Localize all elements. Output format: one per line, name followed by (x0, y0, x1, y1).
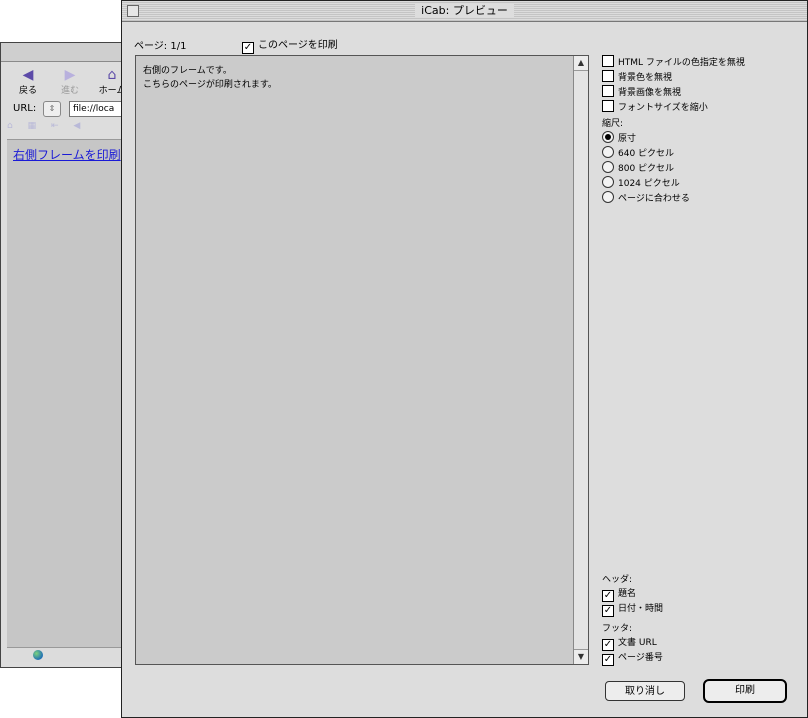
option-ignore-html-colors[interactable]: HTML ファイルの色指定を無視 (602, 55, 802, 70)
checkbox-icon[interactable]: ✓ (602, 654, 614, 666)
footer-options: フッタ: ✓ 文書 URL ✓ ページ番号 (602, 622, 802, 666)
checkbox-icon[interactable] (602, 70, 614, 82)
url-history-button[interactable]: ⇕ (43, 101, 61, 117)
option-label: 背景色を無視 (618, 73, 673, 83)
checkbox-icon[interactable]: ✓ (602, 639, 614, 651)
forward-button[interactable]: ▶ 進む (53, 67, 87, 96)
footer-option-page-number[interactable]: ✓ ページ番号 (602, 651, 802, 666)
checkbox-icon[interactable] (602, 55, 614, 67)
forward-button-label: 進む (60, 86, 79, 96)
preview-dialog: iCab: プレビュー ページ: 1/1 ✓ このページを印刷 右側のフレームです… (121, 0, 808, 718)
header-option-label: 題名 (618, 589, 637, 599)
url-bar: URL: ⇕ file://loca (7, 101, 134, 117)
radio-icon[interactable] (602, 161, 614, 173)
scale-option-actual-size[interactable]: 原寸 (602, 131, 802, 146)
scale-label: 縮尺: (602, 119, 624, 129)
print-right-frame-link[interactable]: 右側フレームを印刷 (13, 146, 121, 163)
radio-icon[interactable] (602, 146, 614, 158)
preview-scrollbar[interactable]: ▲ ▼ (573, 56, 588, 664)
scale-option-label: 640 ピクセル (618, 149, 675, 159)
footer-option-label: ページ番号 (618, 653, 663, 663)
checkbox-icon[interactable]: ✓ (602, 590, 614, 602)
page-count: ページ: 1/1 (134, 41, 187, 52)
header-label: ヘッダ: (602, 575, 633, 585)
scale-option-1024[interactable]: 1024 ピクセル (602, 176, 802, 191)
dialog-titlebar[interactable]: iCab: プレビュー (122, 1, 807, 22)
browser-content-area: 右側フレームを印刷 (7, 139, 129, 650)
scroll-up-arrow-icon[interactable]: ▲ (574, 56, 588, 71)
scale-option-label: 1024 ピクセル (618, 179, 680, 189)
option-ignore-background-image[interactable]: 背景画像を無視 (602, 85, 802, 100)
print-options: HTML ファイルの色指定を無視 背景色を無視 背景画像を無視 フォントサイズを… (602, 55, 802, 206)
checkbox-icon[interactable] (602, 100, 614, 112)
option-ignore-background-color[interactable]: 背景色を無視 (602, 70, 802, 85)
footer-label: フッタ: (602, 624, 633, 634)
navigation-icons-row: ⌂ ▦ ⇤ ◀ (7, 121, 87, 131)
url-label: URL: (13, 103, 37, 114)
scale-option-label: ページに合わせる (618, 194, 690, 204)
footer-option-url[interactable]: ✓ 文書 URL (602, 636, 802, 651)
scale-option-label: 原寸 (618, 134, 637, 144)
status-bar (7, 647, 129, 662)
print-button[interactable]: 印刷 (703, 679, 787, 703)
print-this-page-label: このページを印刷 (258, 40, 338, 51)
globe-icon (33, 650, 43, 660)
scale-option-fit-page[interactable]: ページに合わせる (602, 191, 802, 206)
header-options: ヘッダ: ✓ 題名 ✓ 日付・時間 (602, 573, 802, 617)
option-label: フォントサイズを縮小 (618, 103, 708, 113)
radio-icon[interactable] (602, 176, 614, 188)
back-button-label: 戻る (18, 86, 37, 96)
background-window-titlebar[interactable] (1, 43, 127, 62)
background-browser-window: ◀ 戻る ▶ 進む ⌂ ホーム URL: ⇕ file://loca ⌂ ▦ ⇤… (0, 42, 134, 668)
scroll-down-arrow-icon[interactable]: ▼ (574, 649, 588, 664)
checkbox-icon[interactable]: ✓ (242, 42, 254, 54)
back-arrow-icon: ◀ (22, 67, 34, 83)
back-button[interactable]: ◀ 戻る (11, 67, 45, 96)
option-label: 背景画像を無視 (618, 88, 682, 98)
scale-option-label: 800 ピクセル (618, 164, 675, 174)
print-preview-area: 右側のフレームです。 こちらのページが印刷されます。 ▲ ▼ (135, 55, 589, 665)
dialog-title: iCab: プレビュー (415, 4, 514, 17)
checkbox-icon[interactable]: ✓ (602, 605, 614, 617)
header-option-label: 日付・時間 (618, 604, 664, 614)
header-option-title[interactable]: ✓ 題名 (602, 587, 802, 602)
preview-text: 右側のフレームです。 こちらのページが印刷されます。 (143, 66, 277, 90)
radio-icon[interactable] (602, 131, 614, 143)
option-reduce-font-size[interactable]: フォントサイズを縮小 (602, 100, 802, 115)
footer-option-label: 文書 URL (618, 638, 657, 648)
scale-option-640[interactable]: 640 ピクセル (602, 146, 802, 161)
header-option-date-time[interactable]: ✓ 日付・時間 (602, 602, 802, 617)
forward-arrow-icon: ▶ (64, 67, 76, 83)
scale-option-800[interactable]: 800 ピクセル (602, 161, 802, 176)
option-label: HTML ファイルの色指定を無視 (618, 58, 745, 68)
radio-icon[interactable] (602, 191, 614, 203)
browser-toolbar: ◀ 戻る ▶ 進む ⌂ ホーム (7, 67, 129, 97)
print-this-page-checkbox[interactable]: ✓ このページを印刷 (242, 36, 338, 54)
checkbox-icon[interactable] (602, 85, 614, 97)
cancel-button[interactable]: 取り消し (605, 681, 685, 701)
